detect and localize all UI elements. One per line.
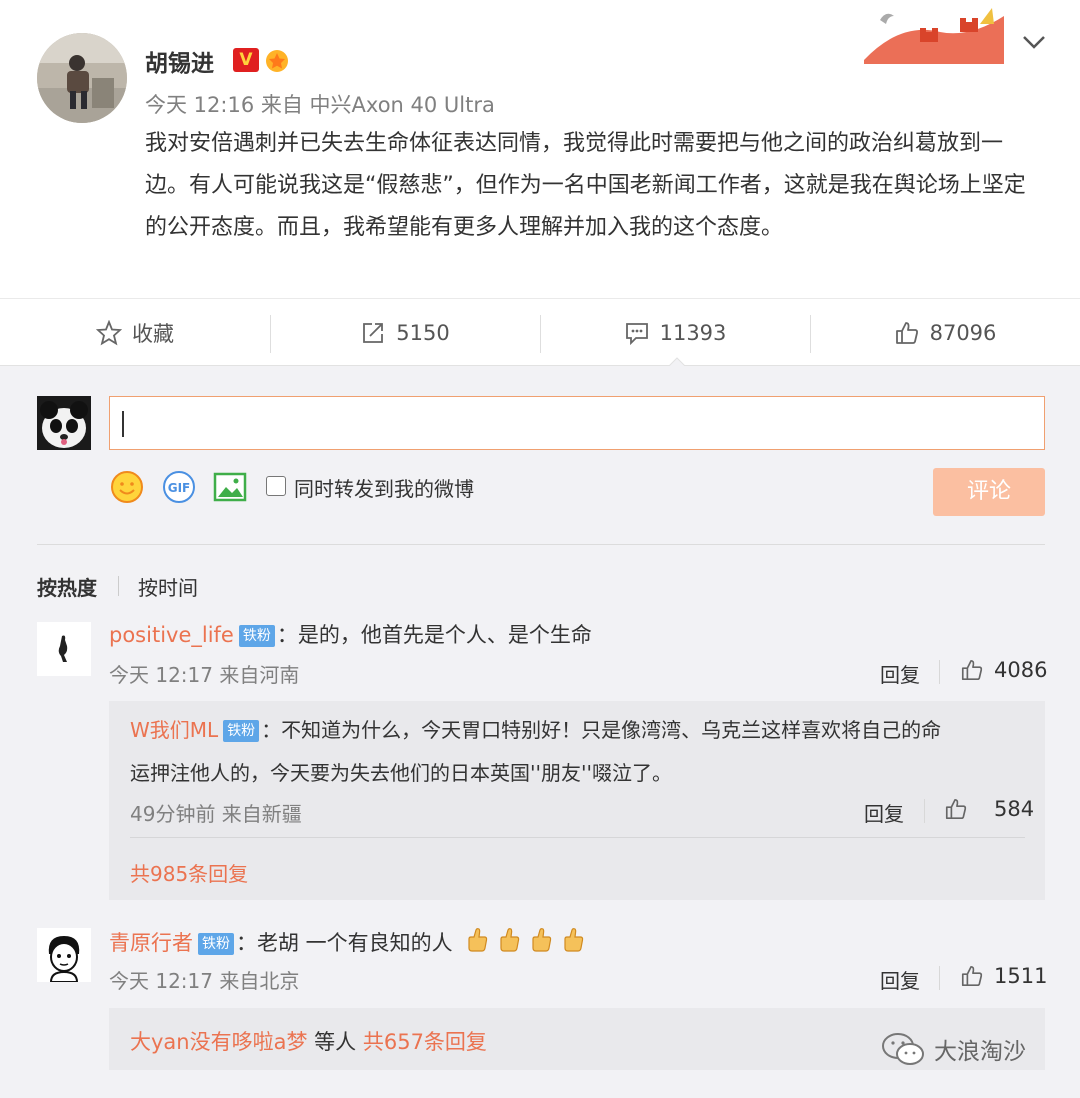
fan-badge: 铁粉 bbox=[198, 933, 234, 955]
reply-meta: 49分钟前 来自新疆 bbox=[130, 802, 302, 826]
reply-summary-middle: 等人 bbox=[307, 1030, 363, 1054]
author-name[interactable]: 胡锡进 bbox=[145, 44, 214, 78]
chevron-down-icon[interactable] bbox=[1020, 30, 1048, 54]
more-replies-link[interactable]: 共657条回复 bbox=[363, 1030, 487, 1054]
weibo-post: 胡锡进 V 今天 12:16 来自 中兴Axon 40 Ultra 我对安倍遇刺… bbox=[0, 0, 1080, 298]
comment-meta: 今天 12:17 来自河南 bbox=[109, 663, 300, 687]
svg-text:GIF: GIF bbox=[168, 481, 191, 495]
image-icon[interactable] bbox=[212, 469, 248, 505]
reply-like-button[interactable]: 584 bbox=[944, 797, 1034, 821]
comment-like-button[interactable]: 4086 bbox=[960, 658, 1047, 682]
thumbs-up-icon bbox=[945, 798, 967, 820]
comment-text-line: 青原行者 铁粉 ：老胡 一个有良知的人 bbox=[109, 926, 587, 957]
comment-section: GIF 同时转发到我的微博 评论 按热度 按时间 positive_life 铁粉… bbox=[0, 366, 1080, 1098]
reply-username[interactable]: 大yan没有哆啦a梦 bbox=[130, 1030, 307, 1054]
comment-like-button[interactable]: 1511 bbox=[960, 964, 1047, 988]
my-avatar[interactable] bbox=[37, 396, 91, 450]
divider bbox=[939, 660, 940, 684]
comment-username[interactable]: 青原行者 bbox=[109, 931, 193, 955]
thumbs-up-icon bbox=[961, 659, 983, 681]
divider bbox=[118, 576, 119, 596]
reply-button[interactable]: 回复 bbox=[864, 798, 904, 827]
favorite-label: 收藏 bbox=[132, 322, 174, 346]
repost-count: 5150 bbox=[396, 321, 450, 345]
thumbs-up-emoji-icon bbox=[500, 928, 520, 952]
comment-like-count: 4086 bbox=[994, 658, 1048, 682]
comment-text: ：是的，他首先是个人、是个生命 bbox=[276, 623, 592, 647]
thumbs-up-emoji-icon bbox=[532, 928, 552, 952]
thumbs-up-emoji-icon bbox=[468, 928, 488, 952]
submit-comment-button[interactable]: 评论 bbox=[933, 468, 1045, 516]
comment-meta: 今天 12:17 来自北京 bbox=[109, 969, 300, 993]
fan-badge: 铁粉 bbox=[223, 720, 260, 742]
sort-by-hot-tab[interactable]: 按热度 bbox=[37, 572, 97, 601]
star-icon bbox=[96, 320, 122, 346]
reply-text-line-2: 运押注他人的，今天要为失去他们的日本英国''朋友''啜泣了。 bbox=[130, 761, 672, 785]
comment-input[interactable] bbox=[109, 396, 1045, 450]
reply-button[interactable]: 回复 bbox=[880, 965, 920, 994]
great-wall-banner-icon bbox=[860, 2, 1006, 64]
comment-like-count: 1511 bbox=[994, 964, 1048, 988]
share-icon bbox=[363, 323, 384, 343]
watermark: 大浪淘沙 bbox=[880, 1031, 1026, 1067]
thumbs-up-emoji-group bbox=[459, 928, 587, 955]
comment-username[interactable]: positive_life bbox=[109, 623, 234, 647]
post-meta: 今天 12:16 来自 中兴Axon 40 Ultra bbox=[145, 93, 495, 117]
reply-summary: 大yan没有哆啦a梦 等人 共657条回复 bbox=[130, 1026, 487, 1056]
thumbs-up-icon bbox=[961, 965, 983, 987]
verified-badge: V bbox=[233, 48, 259, 72]
medal-icon bbox=[263, 46, 291, 74]
divider bbox=[924, 799, 925, 823]
comment-text-line: positive_life 铁粉 ：是的，他首先是个人、是个生命 bbox=[109, 619, 592, 649]
sync-checkbox[interactable] bbox=[266, 476, 286, 496]
sync-label[interactable]: 同时转发到我的微博 bbox=[294, 473, 474, 502]
commenter-avatar[interactable] bbox=[37, 928, 91, 982]
favorite-button[interactable]: 收藏 bbox=[0, 299, 270, 367]
wechat-icon bbox=[882, 1033, 924, 1065]
emoji-icon[interactable] bbox=[109, 469, 145, 505]
fan-badge: 铁粉 bbox=[238, 625, 275, 647]
text-cursor bbox=[122, 411, 124, 437]
comment-text: ：老胡 一个有良知的人 bbox=[236, 931, 453, 955]
thumbs-up-emoji-icon bbox=[564, 928, 584, 952]
watermark-text: 大浪淘沙 bbox=[934, 1039, 1026, 1065]
reply-box: W我们ML 铁粉 ：不知道为什么，今天胃口特别好！只是像湾湾、乌克兰这样喜欢将自己的… bbox=[109, 701, 1045, 900]
reply-button[interactable]: 回复 bbox=[880, 659, 920, 688]
reply-text-line-1: ：不知道为什么，今天胃口特别好！只是像湾湾、乌克兰这样喜欢将自己的命 bbox=[261, 718, 942, 742]
divider bbox=[130, 837, 1025, 838]
more-replies-link[interactable]: 共985条回复 bbox=[130, 858, 248, 887]
repost-button[interactable]: 5150 bbox=[270, 299, 540, 367]
author-avatar[interactable] bbox=[37, 33, 127, 123]
divider bbox=[37, 544, 1045, 545]
reply-username[interactable]: W我们ML bbox=[130, 718, 218, 742]
reply-like-count: 584 bbox=[994, 797, 1035, 821]
like-count: 87096 bbox=[929, 321, 997, 345]
post-actions: 收藏 5150 11393 87096 bbox=[0, 298, 1080, 366]
thumbs-up-icon bbox=[895, 322, 918, 344]
post-text: 我对安倍遇刺并已失去生命体征表达同情，我觉得此时需要把与他之间的政治纠葛放到一边… bbox=[145, 131, 1026, 240]
divider bbox=[939, 966, 940, 990]
like-button[interactable]: 87096 bbox=[810, 299, 1080, 367]
sort-by-time-tab[interactable]: 按时间 bbox=[138, 572, 198, 601]
gif-icon[interactable]: GIF bbox=[161, 469, 197, 505]
comment-icon bbox=[625, 323, 648, 346]
commenter-avatar[interactable] bbox=[37, 622, 91, 676]
comment-count: 11393 bbox=[659, 321, 727, 345]
reply-text: W我们ML 铁粉 ：不知道为什么，今天胃口特别好！只是像湾湾、乌克兰这样喜欢将自己的… bbox=[130, 709, 1030, 795]
